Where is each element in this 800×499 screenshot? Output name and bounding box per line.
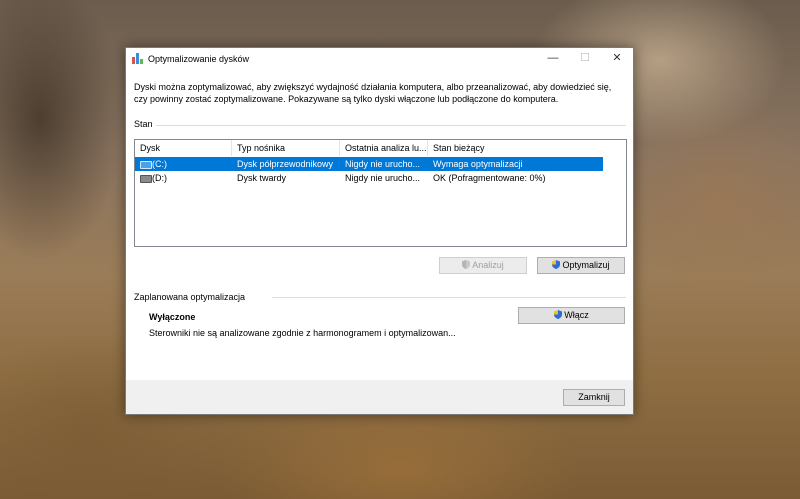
analyze-button[interactable]: Analizuj <box>439 257 527 274</box>
maximize-button[interactable]: ☐ <box>569 48 601 70</box>
description-line-2: czy powinny zostać zoptymalizowane. Poka… <box>134 94 559 104</box>
current-status: OK (Pofragmentowane: 0%) <box>433 173 546 183</box>
drive-row-d[interactable]: (D:) Dysk twardy Nigdy nie urucho... OK … <box>135 171 603 185</box>
optimize-drives-window: Optymalizowanie dysków — ☐ ✕ Dyski można… <box>125 47 634 415</box>
list-header: Dysk Typ nośnika Ostatnia analiza lu... … <box>135 140 626 156</box>
description: Dyski można zoptymalizować, aby zwiększy… <box>134 81 624 105</box>
close-window-button[interactable]: ✕ <box>601 48 633 70</box>
enable-schedule-button[interactable]: Włącz <box>518 307 625 324</box>
minimize-button[interactable]: — <box>537 48 569 70</box>
description-line-1: Dyski można zoptymalizować, aby zwiększy… <box>134 82 612 92</box>
column-header-last-run[interactable]: Ostatnia analiza lu... <box>340 140 428 156</box>
optimize-button-label: Optymalizuj <box>562 260 610 270</box>
drives-list[interactable]: Dysk Typ nośnika Ostatnia analiza lu... … <box>134 139 627 247</box>
column-header-drive[interactable]: Dysk <box>135 140 232 156</box>
title-bar[interactable]: Optymalizowanie dysków — ☐ ✕ <box>126 48 633 70</box>
analyze-button-label: Analizuj <box>472 260 504 270</box>
shield-icon <box>554 310 563 319</box>
window-title: Optymalizowanie dysków <box>148 54 250 64</box>
current-status: Wymaga optymalizacji <box>433 159 523 169</box>
column-header-current-status[interactable]: Stan bieżący <box>428 140 603 156</box>
defrag-app-icon <box>132 53 143 64</box>
drive-row-c[interactable]: (C:) Dysk półprzewodnikowy Nigdy nie uru… <box>135 157 603 171</box>
shield-icon <box>552 260 561 269</box>
schedule-section-label: Zaplanowana optymalizacja <box>134 292 246 302</box>
last-run: Nigdy nie urucho... <box>345 173 421 183</box>
dialog-footer: Zamknij <box>126 380 633 414</box>
media-type: Dysk półprzewodnikowy <box>237 159 334 169</box>
close-button[interactable]: Zamknij <box>563 389 625 406</box>
status-section-label: Stan <box>134 119 153 129</box>
enable-schedule-button-label: Włącz <box>564 310 589 320</box>
schedule-divider <box>272 297 626 298</box>
status-divider <box>156 125 626 126</box>
schedule-description: Sterowniki nie są analizowane zgodnie z … <box>149 328 456 338</box>
drive-name: (C:) <box>152 159 167 169</box>
last-run: Nigdy nie urucho... <box>345 159 421 169</box>
column-header-media-type[interactable]: Typ nośnika <box>232 140 340 156</box>
drive-name: (D:) <box>152 173 167 183</box>
media-type: Dysk twardy <box>237 173 287 183</box>
optimize-button[interactable]: Optymalizuj <box>537 257 625 274</box>
schedule-state: Wyłączone <box>149 312 196 322</box>
shield-icon <box>462 260 471 269</box>
